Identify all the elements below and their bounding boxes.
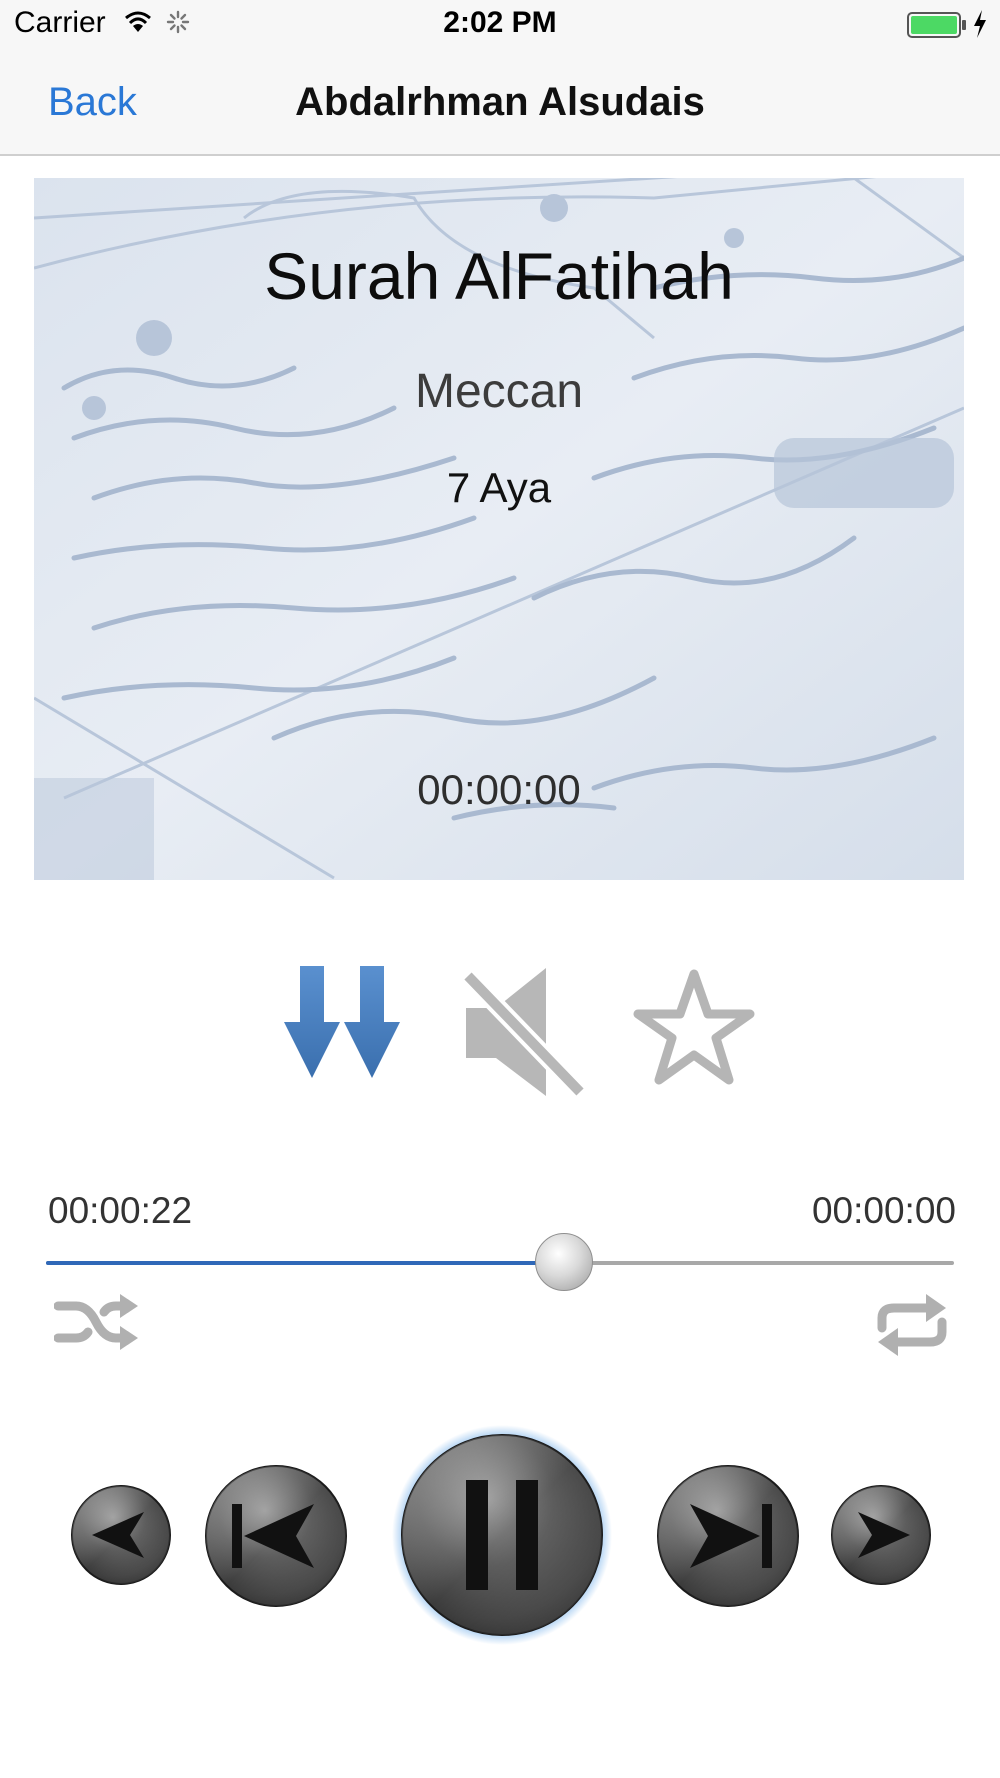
progress-fill <box>46 1261 564 1265</box>
speaker-muted-icon[interactable] <box>458 966 590 1107</box>
shuffle-icon[interactable] <box>53 1292 140 1359</box>
revelation-type: Meccan <box>414 365 584 418</box>
elapsed-time: 00:00:22 <box>48 1190 193 1231</box>
surah-name: Surah AlFatihah <box>264 239 734 313</box>
double-down-arrow-icon[interactable] <box>282 966 402 1083</box>
battery-icon <box>907 12 967 43</box>
star-outline-icon[interactable] <box>632 968 756 1093</box>
status-bar: Carrier 2:02 PM <box>0 0 1000 50</box>
status-time: 2:02 PM <box>443 6 557 39</box>
pause-icon[interactable] <box>390 1420 614 1655</box>
skip-forward-icon[interactable] <box>656 1464 800 1613</box>
aya-count: 7 Aya <box>446 464 552 511</box>
navigation-bar: Back Abdalrhman Alsudais <box>0 50 1000 156</box>
progress-thumb[interactable] <box>534 1233 593 1291</box>
total-duration: 00:00:00 <box>417 766 581 813</box>
page-title: Abdalrhman Alsudais <box>295 80 705 124</box>
surah-artwork: Surah AlFatihah Meccan 7 Aya 00:00:00 <box>34 178 964 880</box>
skip-back-icon[interactable] <box>204 1464 348 1613</box>
repeat-icon[interactable] <box>874 1292 950 1363</box>
small-back-arrow-icon[interactable] <box>70 1484 172 1591</box>
charging-bolt-icon <box>972 10 988 43</box>
progress-slider[interactable] <box>46 1233 954 1291</box>
small-forward-arrow-icon[interactable] <box>830 1484 932 1591</box>
remaining-time: 00:00:00 <box>811 1190 956 1231</box>
